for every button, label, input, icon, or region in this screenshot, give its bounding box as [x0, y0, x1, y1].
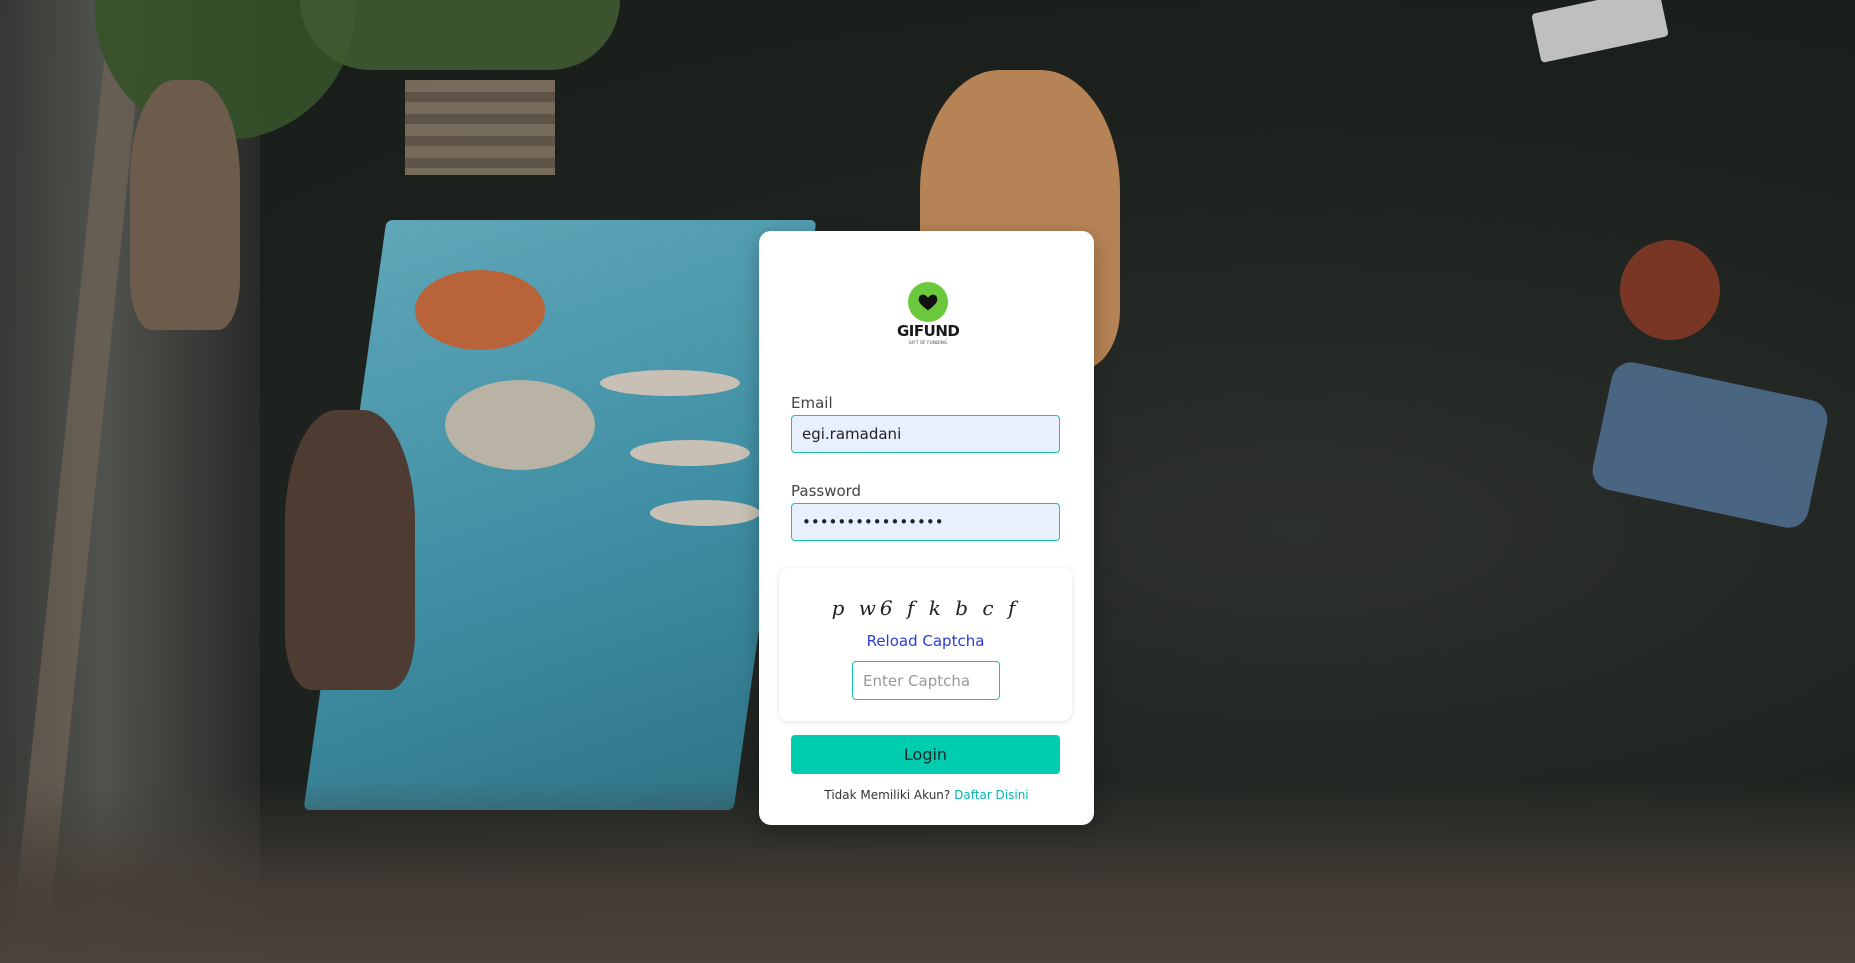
- background-license-plate: [1531, 0, 1669, 63]
- background-person: [130, 80, 240, 330]
- background-fish-pile: [445, 380, 595, 470]
- captcha-panel: p w6 f k b c f Reload Captcha: [779, 568, 1072, 721]
- register-prompt-text: Tidak Memiliki Akun?: [824, 788, 951, 802]
- email-field[interactable]: [791, 415, 1060, 453]
- background-crate: [405, 80, 555, 175]
- heart-icon: [918, 294, 938, 311]
- register-link[interactable]: Daftar Disini: [954, 788, 1029, 802]
- register-prompt: Tidak Memiliki Akun? Daftar Disini: [759, 788, 1094, 802]
- captcha-input[interactable]: [852, 661, 1000, 700]
- background-bag: [1620, 240, 1720, 340]
- background-basket: [300, 0, 620, 70]
- logo-tagline: GIFT OF FUNDING: [908, 340, 948, 345]
- background-person: [285, 410, 415, 690]
- gifund-logo: GIFUND GIFT OF FUNDING: [897, 282, 960, 352]
- background-fish: [630, 440, 750, 466]
- background-shrimp-pile: [415, 270, 545, 350]
- background-fish: [650, 500, 760, 526]
- logo-wordmark: GIFUND: [897, 322, 960, 340]
- email-label: Email: [791, 394, 833, 412]
- login-card: GIFUND GIFT OF FUNDING Email Password p …: [759, 231, 1094, 825]
- background-plastic: [1588, 358, 1832, 532]
- password-label: Password: [791, 482, 862, 500]
- captcha-code: p w6 f k b c f: [831, 596, 1020, 620]
- password-field[interactable]: [791, 503, 1060, 541]
- login-button[interactable]: Login: [791, 735, 1060, 774]
- background-fish: [600, 370, 740, 396]
- reload-captcha-link[interactable]: Reload Captcha: [779, 632, 1072, 650]
